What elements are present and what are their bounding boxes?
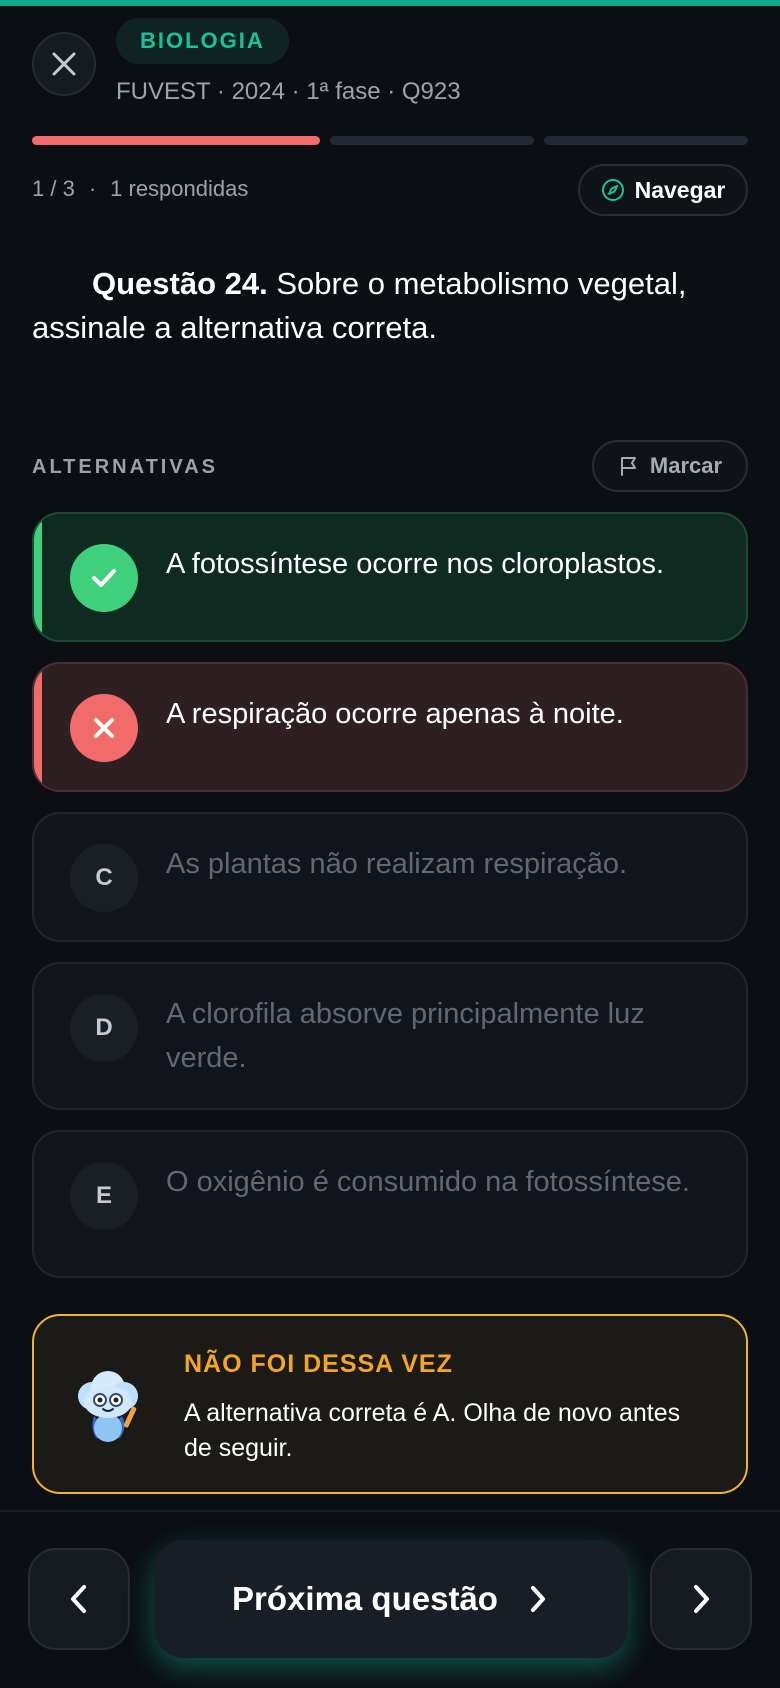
alternatives-heading: ALTERNATIVAS <box>32 456 218 478</box>
progress-segment-3 <box>544 136 748 145</box>
feedback-message: A alternativa correta é A. Olha de novo … <box>184 1399 681 1462</box>
x-icon <box>94 718 114 738</box>
alternative-c[interactable]: C As plantas não realizam respiração. <box>32 812 748 942</box>
chevron-left-icon <box>71 1585 86 1613</box>
counter-answered: 1 respondidas <box>110 176 249 201</box>
progress-bar <box>32 136 748 145</box>
feedback-title: NÃO FOI DESSA VEZ <box>184 1350 453 1378</box>
cloud-mascot-icon <box>78 1371 138 1442</box>
alternative-text: O oxigênio é consumido na fotossíntese. <box>166 1166 690 1198</box>
footer-divider <box>0 1510 780 1512</box>
alternative-d[interactable]: D A clorofila absorve principalmente luz… <box>32 962 748 1110</box>
alternative-letter: E <box>70 1162 138 1230</box>
compass-icon <box>601 179 624 201</box>
close-icon <box>52 52 76 76</box>
alternative-letter: C <box>70 844 138 912</box>
feedback-card: NÃO FOI DESSA VEZ A alternativa correta … <box>32 1314 748 1494</box>
alternative-badge <box>70 694 138 762</box>
question-statement: Questão 24. Sobre o metabolismo vegetal,… <box>32 262 748 350</box>
alternative-text: A clorofila absorve principalmente luz v… <box>166 998 645 1074</box>
check-icon <box>92 569 116 587</box>
exam-meta: FUVEST · 2024 · 1ª fase · Q923 <box>116 78 461 105</box>
top-accent-bar <box>0 0 780 6</box>
question-number: Questão 24. <box>92 266 268 301</box>
chevron-right-icon <box>530 1586 545 1612</box>
alternative-e[interactable]: E O oxigênio é consumido na fotossíntese… <box>32 1130 748 1278</box>
navigate-label: Navegar <box>634 176 726 203</box>
alternative-status-bar <box>34 664 42 790</box>
flag-icon <box>620 457 636 476</box>
next-button[interactable] <box>650 1548 752 1650</box>
alternative-b[interactable]: A respiração ocorre apenas à noite. <box>32 662 748 792</box>
alternative-badge <box>70 544 138 612</box>
question-counter: 1 / 3 · 1 respondidas <box>32 176 248 202</box>
alternative-text: A fotossíntese ocorre nos cloroplastos. <box>166 548 665 580</box>
counter-separator: · <box>88 176 97 201</box>
mark-label: Marcar <box>649 453 723 478</box>
mark-button[interactable]: Marcar <box>592 440 748 492</box>
alternative-letter: D <box>70 994 138 1062</box>
alternative-status-bar <box>34 514 42 640</box>
chevron-right-icon <box>694 1585 709 1613</box>
alternative-a[interactable]: A fotossíntese ocorre nos cloroplastos. <box>32 512 748 642</box>
alternative-text: A respiração ocorre apenas à noite. <box>166 698 624 730</box>
progress-segment-1 <box>32 136 320 145</box>
navigate-button[interactable]: Navegar <box>578 164 748 216</box>
alternative-text: As plantas não realizam respiração. <box>166 848 628 880</box>
subject-badge: BIOLOGIA <box>116 18 289 64</box>
counter-position: 1 / 3 <box>32 176 75 201</box>
next-question-button[interactable]: Próxima questão <box>154 1540 628 1658</box>
close-button[interactable] <box>32 32 96 96</box>
previous-button[interactable] <box>28 1548 130 1650</box>
next-question-label: Próxima questão <box>232 1580 498 1617</box>
progress-segment-2 <box>330 136 534 145</box>
